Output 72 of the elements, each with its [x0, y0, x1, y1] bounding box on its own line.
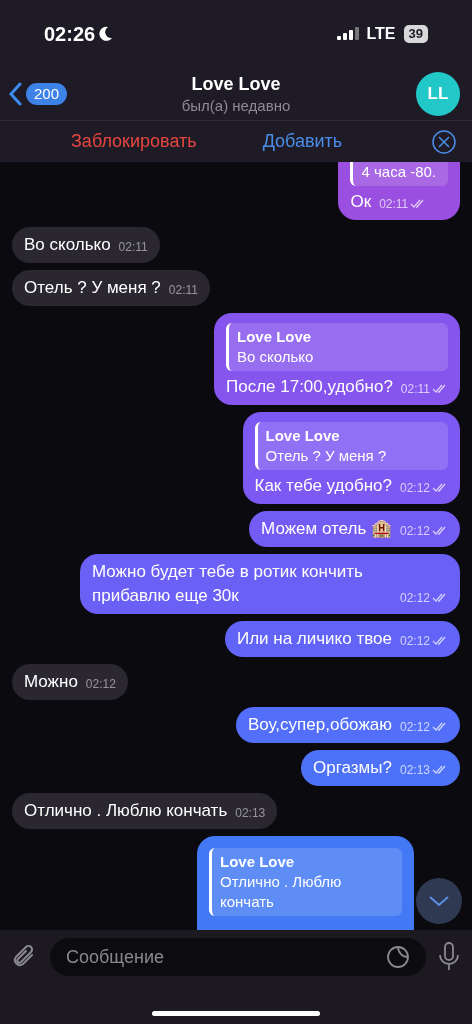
message-time: 02:11	[168, 282, 198, 299]
message-text: Можно будет тебе в ротик кончить прибавлю еще 30к	[92, 561, 364, 607]
double-check-icon	[432, 384, 448, 394]
message-text: Отель ? У меня ?	[24, 277, 161, 299]
double-check-icon	[432, 593, 448, 603]
message-text: Или на личико твое	[236, 628, 392, 650]
signal-icon	[336, 27, 359, 41]
incoming-message[interactable]: Во сколько 02:11	[12, 227, 160, 263]
moon-icon	[99, 26, 114, 42]
outgoing-message[interactable]: Love Love Во сколько После 17:00,удобно? 02:11	[213, 313, 460, 405]
message-time: 02:12	[399, 633, 430, 650]
quote-author: Love Love	[265, 426, 341, 446]
double-check-icon	[432, 765, 448, 775]
reply-quote[interactable]: Love Love Отель ? У меня ?	[254, 422, 448, 470]
scroll-down-button[interactable]	[416, 878, 462, 924]
outgoing-message[interactable]: Love Love Отель ? У меня ? Как тебе удобно? 02:12	[242, 412, 460, 504]
outgoing-message[interactable]: 4 часа -80. Ок 02:11	[338, 162, 460, 220]
battery-indicator: 39	[403, 25, 428, 43]
message-time: 02:13	[235, 805, 266, 822]
reply-quote[interactable]: Love Love Во сколько	[225, 323, 448, 371]
outgoing-message[interactable]: Можем отель 🏨 02:12	[249, 511, 460, 547]
chevron-down-icon	[428, 895, 450, 907]
quote-author: Love Love	[220, 852, 296, 872]
message-time: 02:13	[399, 762, 430, 779]
back-icon[interactable]	[8, 82, 22, 106]
message-text: Как тебе удобно?	[254, 475, 392, 497]
message-text: Ок	[350, 191, 372, 213]
message-text: После 17:00,удобно?	[225, 376, 393, 398]
outgoing-message[interactable]: Love Love Отлично . Люблю кончать	[197, 836, 414, 930]
double-check-icon	[432, 722, 448, 732]
message-text: Можно	[24, 671, 78, 693]
message-field[interactable]: Сообщение	[50, 938, 426, 976]
message-time: 02:11	[118, 239, 148, 256]
incoming-message[interactable]: Отель ? У меня ? 02:11	[12, 270, 210, 306]
message-time: 02:11	[379, 196, 409, 213]
chat-title: Love Love	[191, 73, 281, 96]
message-time: 02:11	[400, 381, 430, 398]
reply-quote[interactable]: 4 часа -80.	[350, 162, 448, 186]
double-check-icon	[432, 636, 448, 646]
message-time: 02:12	[399, 480, 430, 497]
close-icon[interactable]	[432, 130, 456, 154]
network-label: LTE	[366, 24, 396, 44]
double-check-icon	[432, 483, 448, 493]
block-link[interactable]: Заблокировать	[71, 128, 197, 155]
outgoing-message[interactable]: Воу,супер,обожаю 02:12	[235, 707, 460, 743]
quote-text: Отлично . Люблю кончать	[220, 872, 343, 912]
chat-status: был(а) недавно	[181, 96, 291, 116]
message-time: 02:12	[85, 676, 116, 693]
incoming-message[interactable]: Отлично . Люблю кончать 02:13	[12, 793, 278, 829]
message-text: Отлично . Люблю кончать	[24, 800, 228, 822]
message-text: Можем отель 🏨	[261, 518, 392, 540]
incoming-message[interactable]: Можно 02:12	[12, 664, 128, 700]
clock-time: 02:26	[44, 22, 96, 47]
message-time: 02:12	[399, 719, 430, 736]
message-text: Воу,супер,обожаю	[247, 714, 392, 736]
microphone-icon[interactable]	[438, 942, 460, 972]
add-link[interactable]: Добавить	[262, 128, 343, 155]
message-time: 02:12	[399, 523, 430, 540]
quote-text: Отель ? У меня ?	[265, 446, 388, 466]
message-text: Во сколько	[24, 234, 111, 256]
message-time: 02:12	[399, 590, 430, 607]
message-text: Оргазмы?	[313, 757, 392, 779]
unread-badge[interactable]: 200	[26, 83, 68, 105]
outgoing-message[interactable]: Оргазмы? 02:13	[301, 750, 460, 786]
double-check-icon	[432, 526, 448, 536]
outgoing-message[interactable]: Можно будет тебе в ротик кончить прибавлю еще 30к 02:12	[80, 554, 460, 614]
quote-author: Love Love	[236, 327, 313, 347]
sticker-icon[interactable]	[386, 945, 410, 969]
reply-quote[interactable]: Love Love Отлично . Люблю кончать	[209, 848, 402, 916]
quote-text: 4 часа -80.	[361, 162, 436, 182]
outgoing-message[interactable]: Или на личико твое 02:12	[224, 621, 460, 657]
quote-text: Во сколько	[236, 347, 315, 367]
